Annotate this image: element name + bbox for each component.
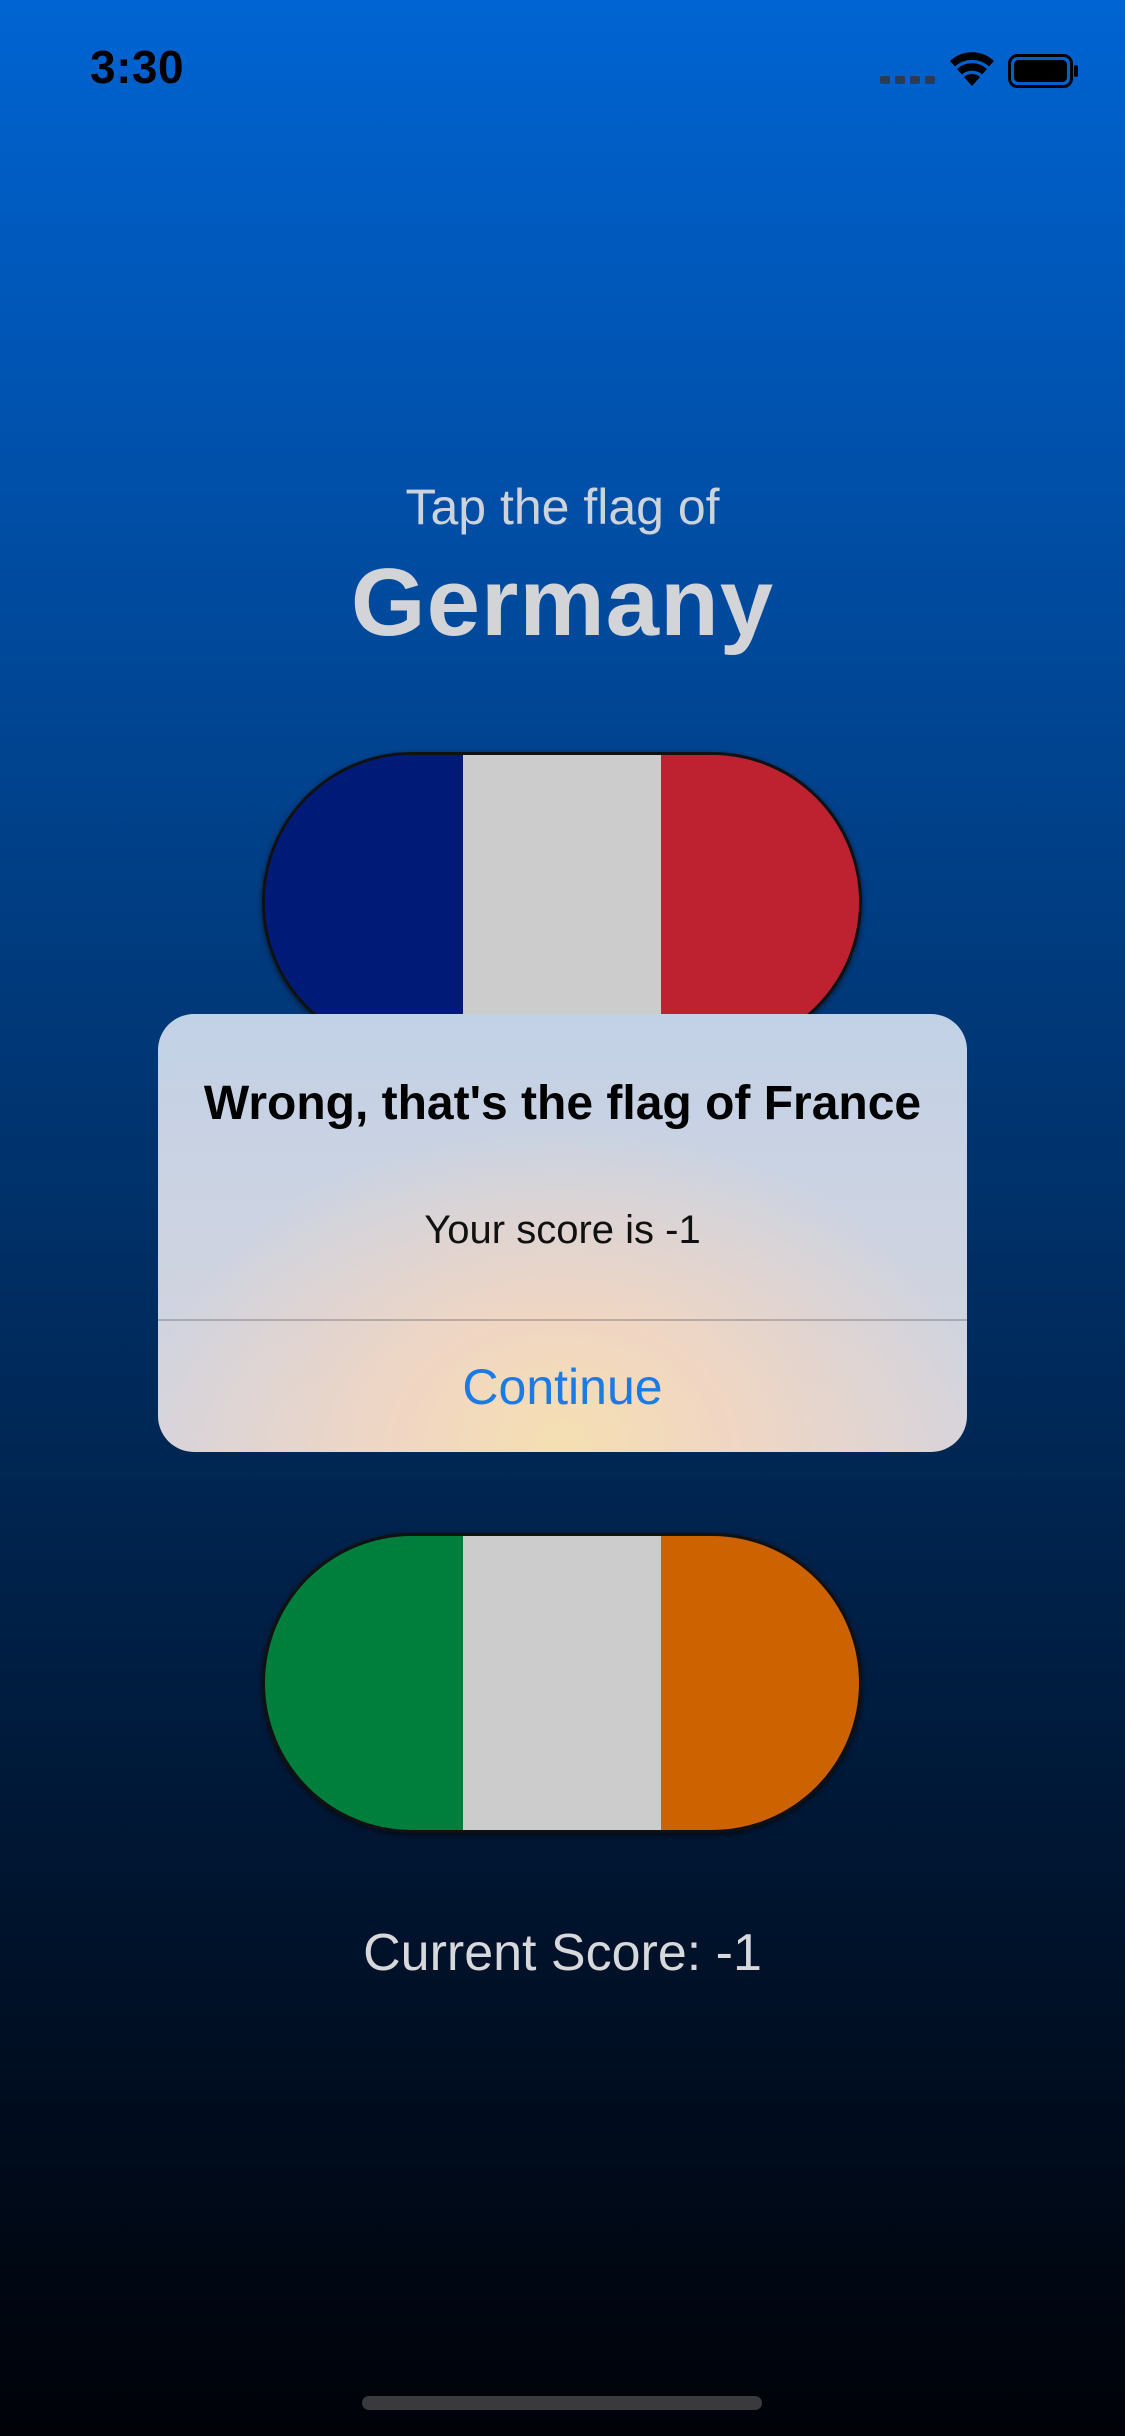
status-bar: 3:30 <box>0 0 1125 140</box>
flag-stripe <box>463 755 661 1049</box>
wifi-icon <box>950 52 994 86</box>
result-alert: Wrong, that's the flag of France Your sc… <box>158 1014 967 1452</box>
alert-title: Wrong, that's the flag of France <box>203 1077 922 1130</box>
battery-icon <box>1008 54 1078 88</box>
home-indicator[interactable] <box>362 2396 762 2410</box>
cellular-signal-icon <box>880 76 935 84</box>
current-score-label: Current Score: -1 <box>363 1924 762 1982</box>
flag-stripe <box>265 1536 463 1830</box>
flag-stripe <box>463 1536 661 1830</box>
prompt-country-name: Germany <box>350 549 775 656</box>
prompt-subtitle: Tap the flag of <box>405 479 720 535</box>
flag-stripe <box>661 1536 859 1830</box>
alert-message: Your score is -1 <box>424 1208 701 1252</box>
continue-button[interactable]: Continue <box>158 1321 967 1452</box>
status-time: 3:30 <box>90 41 185 93</box>
flag-button-france[interactable] <box>262 752 862 1052</box>
flag-stripe <box>661 755 859 1049</box>
flag-button-ireland[interactable] <box>262 1533 862 1833</box>
flag-stripe <box>265 755 463 1049</box>
